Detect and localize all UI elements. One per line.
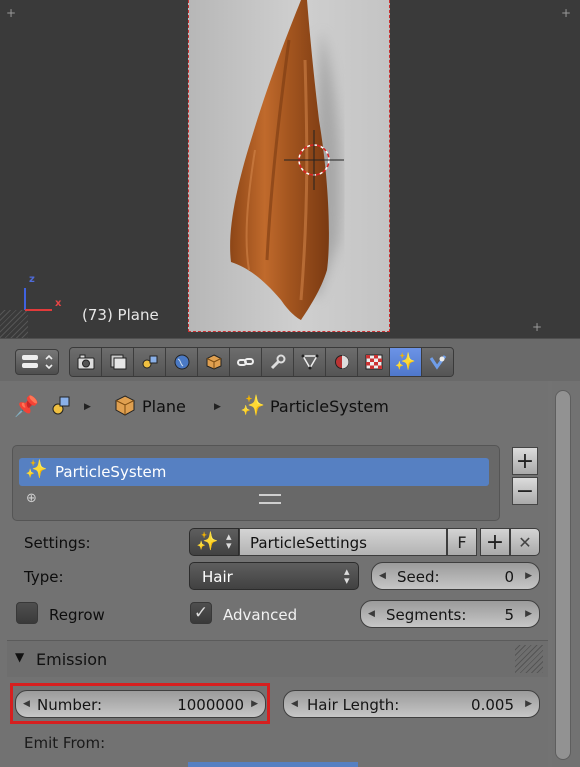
increment-arrow-icon[interactable]: ▶ <box>525 571 532 581</box>
breadcrumb-particle-system: ParticleSystem <box>270 397 389 416</box>
advanced-checkbox[interactable]: ✓ <box>190 602 212 624</box>
hair-length-field[interactable]: ◀ Hair Length: 0.005 ▶ <box>283 690 540 718</box>
breadcrumb-separator-icon: ▶ <box>84 402 91 412</box>
scene-icon <box>142 355 157 369</box>
hair-length-label: Hair Length: <box>307 696 400 714</box>
axis-z-label: z <box>29 274 35 285</box>
frame-object-label: (73) Plane <box>82 306 159 324</box>
editor-type-button[interactable] <box>15 349 59 375</box>
settings-label: Settings: <box>24 534 91 552</box>
particle-settings-value: ParticleSettings <box>250 534 367 552</box>
regrow-label: Regrow <box>49 606 105 624</box>
wrench-icon <box>270 354 285 370</box>
render-layers-icon <box>110 354 126 370</box>
viewport-split-icon[interactable]: + <box>532 321 542 333</box>
filter-toggle-icon[interactable]: ⊕ <box>26 491 37 506</box>
properties-editor-icon <box>22 354 53 370</box>
pin-icon[interactable]: 📌 <box>14 394 39 418</box>
particle-system-list[interactable]: ✨ ParticleSystem ⊕ <box>12 445 500 521</box>
add-particle-system-button[interactable]: + <box>512 447 538 475</box>
fake-user-button[interactable]: F <box>447 528 477 556</box>
emission-panel-header[interactable]: ▼ Emission <box>7 641 548 677</box>
properties-tab-strip: ✨ <box>69 347 454 377</box>
object-cube-icon <box>206 354 221 370</box>
tab-physics[interactable] <box>422 348 453 376</box>
tab-world[interactable] <box>166 348 198 376</box>
camera-frame <box>188 0 390 332</box>
breadcrumb-object: Plane <box>142 397 186 416</box>
type-select[interactable]: Hair ▴ ▾ <box>189 562 359 590</box>
decrement-arrow-icon[interactable]: ◀ <box>291 699 298 709</box>
object-cube-icon <box>115 395 135 416</box>
tab-scene[interactable] <box>134 348 166 376</box>
camera-icon <box>77 354 94 370</box>
list-item[interactable]: ✨ ParticleSystem <box>19 458 489 486</box>
towel-render <box>230 0 344 320</box>
tab-particles[interactable]: ✨ <box>390 348 422 376</box>
increment-arrow-icon[interactable]: ▶ <box>525 609 532 619</box>
hair-length-value: 0.005 <box>471 696 514 714</box>
seed-value: 0 <box>504 568 514 586</box>
scrollbar-thumb[interactable] <box>555 390 571 760</box>
advanced-label: Advanced <box>223 606 298 624</box>
particles-icon: ✨ <box>394 352 417 372</box>
emit-from-options[interactable] <box>188 762 358 767</box>
new-settings-button[interactable]: + <box>480 528 510 556</box>
seed-label: Seed: <box>397 568 440 586</box>
tab-constraints[interactable] <box>230 348 262 376</box>
regrow-checkbox[interactable] <box>16 602 38 624</box>
tab-texture[interactable] <box>358 348 390 376</box>
particles-icon: ✨ <box>196 531 219 552</box>
axis-x-label: x <box>55 298 62 309</box>
physics-icon <box>429 355 446 370</box>
mesh-data-icon <box>301 354 318 370</box>
list-item-label: ParticleSystem <box>55 463 167 481</box>
list-resize-handle[interactable] <box>259 494 281 504</box>
particles-icon: ✨ <box>25 459 48 480</box>
material-icon <box>334 355 349 369</box>
viewport-split-icon[interactable]: + <box>6 7 16 19</box>
constraints-icon <box>236 358 254 366</box>
properties-header: ✨ <box>0 338 580 381</box>
remove-particle-system-button[interactable]: − <box>512 477 538 505</box>
tab-object[interactable] <box>198 348 230 376</box>
unlink-settings-button[interactable]: ✕ <box>510 528 540 556</box>
particle-settings-field[interactable]: ParticleSettings <box>239 528 447 556</box>
type-value: Hair <box>202 568 233 586</box>
scene-icon <box>52 396 70 415</box>
breadcrumb-separator-icon: ▶ <box>214 402 221 412</box>
type-label: Type: <box>24 568 64 586</box>
seed-field[interactable]: ◀ Seed: 0 ▶ <box>371 562 540 590</box>
tab-render[interactable] <box>70 348 102 376</box>
texture-icon <box>365 354 382 370</box>
tab-render-layers[interactable] <box>102 348 134 376</box>
chevron-updown-icon: ▴ ▾ <box>226 530 232 552</box>
emit-from-label: Emit From: <box>24 734 106 752</box>
collapse-triangle-icon: ▼ <box>15 650 25 664</box>
decrement-arrow-icon[interactable]: ◀ <box>368 609 375 619</box>
segments-label: Segments: <box>386 606 467 624</box>
3d-viewport[interactable]: + + + z x (73) Plane <box>0 0 580 338</box>
tab-modifiers[interactable] <box>262 348 294 376</box>
world-icon <box>174 354 189 370</box>
panel-drag-handle[interactable] <box>515 645 543 673</box>
viewport-split-icon[interactable]: + <box>561 7 571 19</box>
emission-title: Emission <box>36 650 108 669</box>
particles-icon: ✨ <box>240 393 265 417</box>
highlight-annotation <box>10 683 270 724</box>
increment-arrow-icon[interactable]: ▶ <box>525 699 532 709</box>
chevron-updown-icon: ▴ ▾ <box>344 565 350 587</box>
segments-field[interactable]: ◀ Segments: 5 ▶ <box>360 600 540 628</box>
decrement-arrow-icon[interactable]: ◀ <box>379 571 386 581</box>
tab-material[interactable] <box>326 348 358 376</box>
tab-data[interactable] <box>294 348 326 376</box>
settings-browse-button[interactable]: ✨ ▴ ▾ <box>189 528 239 556</box>
segments-value: 5 <box>504 606 514 624</box>
